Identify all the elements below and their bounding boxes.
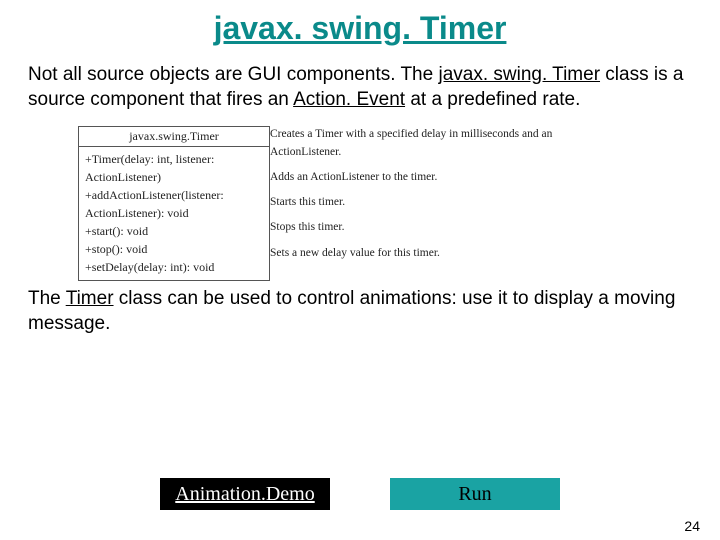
uml-member: +start(): void [85, 222, 263, 240]
uml-member: +setDelay(delay: int): void [85, 258, 263, 276]
uml-desc: Sets a new delay value for this timer. [270, 245, 610, 262]
text: The [28, 288, 66, 309]
animation-demo-button[interactable]: Animation.Demo [160, 478, 330, 510]
class-ref-timer: javax. swing. Timer [438, 64, 600, 85]
uml-class-box: javax.swing.Timer +Timer(delay: int, lis… [78, 126, 270, 281]
slide-title: javax. swing. Timer [28, 10, 692, 47]
button-label: Run [458, 483, 491, 506]
button-row: Animation.Demo Run [0, 478, 720, 510]
page-number: 24 [684, 518, 700, 534]
run-button[interactable]: Run [390, 478, 560, 510]
uml-desc: Creates a Timer with a specified delay i… [270, 126, 610, 161]
class-ref-actionevent: Action. Event [293, 89, 405, 110]
uml-descriptions: Creates a Timer with a specified delay i… [270, 126, 610, 281]
uml-member: +stop(): void [85, 240, 263, 258]
text: Not all source objects are GUI component… [28, 64, 438, 85]
uml-desc: Adds an ActionListener to the timer. [270, 169, 610, 186]
uml-desc: Stops this timer. [270, 219, 610, 236]
slide: javax. swing. Timer Not all source objec… [0, 0, 720, 540]
text: class can be used to control animations:… [28, 288, 675, 334]
intro-paragraph: Not all source objects are GUI component… [28, 63, 692, 112]
class-ref-timer-short: Timer [66, 288, 114, 309]
uml-desc: Starts this timer. [270, 194, 610, 211]
usage-paragraph: The Timer class can be used to control a… [28, 287, 692, 336]
uml-member: +addActionListener(listener: ActionListe… [85, 186, 263, 222]
button-label: Animation.Demo [175, 483, 314, 506]
uml-members: +Timer(delay: int, listener: ActionListe… [79, 147, 269, 280]
text: at a predefined rate. [405, 89, 580, 110]
uml-member: +Timer(delay: int, listener: ActionListe… [85, 150, 263, 186]
uml-class-name: javax.swing.Timer [79, 127, 269, 147]
uml-diagram: javax.swing.Timer +Timer(delay: int, lis… [78, 126, 692, 281]
